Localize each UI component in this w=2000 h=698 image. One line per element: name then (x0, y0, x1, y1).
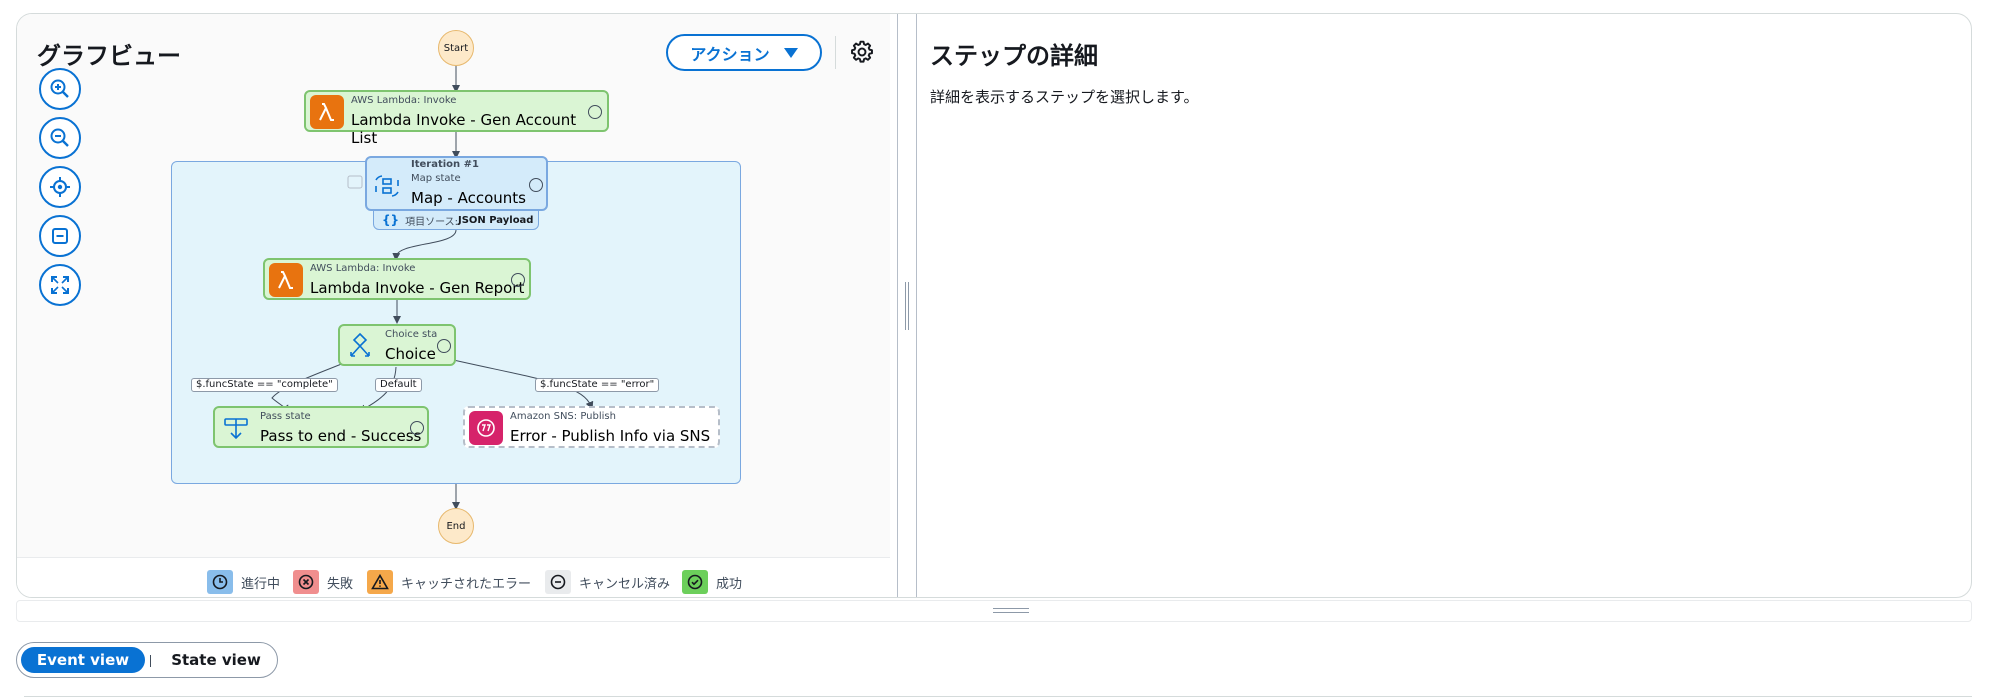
node-gen-report[interactable]: AWS Lambda: Invoke Lambda Invoke - Gen R… (263, 258, 531, 300)
node-name: Choice (385, 345, 436, 363)
pass-state-icon (219, 411, 253, 445)
end-node[interactable]: End (438, 508, 474, 544)
item-source-value: JSON Payload (457, 214, 534, 226)
iteration-label: Iteration #1 (411, 159, 479, 170)
map-state-icon (370, 169, 404, 203)
check-circle-icon (682, 570, 708, 594)
status-legend: 進行中 失敗 キャッチされたエラー キャンセル済み 成功 (17, 557, 890, 597)
split-line-right (916, 14, 917, 597)
start-node[interactable]: Start (438, 30, 474, 66)
node-name: Map - Accounts (411, 189, 526, 207)
split-grip-icon (905, 282, 909, 330)
sns-icon (469, 411, 503, 445)
lambda-icon (310, 95, 344, 129)
clock-icon (207, 570, 233, 594)
legend-failed: 失敗 (293, 570, 353, 594)
panel-resize-bar[interactable] (16, 600, 1972, 622)
edge-label-default: Default (375, 378, 422, 392)
node-name: Error - Publish Info via SNS (510, 427, 711, 445)
node-type: AWS Lambda: Invoke (310, 263, 416, 274)
node-name: Lambda Invoke - Gen Account List (351, 111, 577, 147)
panel-split-handle[interactable] (890, 14, 924, 597)
end-label: End (446, 520, 466, 532)
check-icon (437, 339, 451, 353)
graph-view: グラフビュー アクション Start AWS Lambda: Invoke La… (17, 14, 890, 597)
item-source-prefix: 項目ソース: (405, 216, 458, 228)
step-details-title: ステップの詳細 (930, 42, 1098, 70)
tab-event-view[interactable]: Event view (21, 647, 145, 673)
node-type: Map state (411, 173, 461, 184)
node-name: Pass to end - Success (260, 427, 422, 445)
x-circle-icon (293, 570, 319, 594)
start-label: Start (443, 42, 469, 54)
check-icon (511, 273, 525, 287)
workflow-panel: グラフビュー アクション Start AWS Lambda: Invoke La… (16, 13, 1972, 598)
legend-label: 失敗 (327, 576, 354, 592)
view-toggle: Event view State view (16, 642, 278, 678)
node-type: Choice sta (385, 329, 438, 340)
node-pass-success[interactable]: Pass state Pass to end - Success (213, 406, 429, 448)
lambda-icon (269, 263, 303, 297)
step-details-hint: 詳細を表示するステップを選択します。 (930, 88, 1199, 106)
split-line-left (897, 14, 898, 597)
check-icon (410, 421, 424, 435)
legend-label: 成功 (716, 576, 743, 592)
minus-circle-icon (545, 570, 571, 594)
toggle-divider (150, 655, 151, 667)
map-item-source: {} 項目ソース: JSON Payload (373, 210, 539, 230)
edge-label-complete: $.funcState == "complete" (191, 378, 338, 392)
node-gen-account-list[interactable]: AWS Lambda: Invoke Lambda Invoke - Gen A… (304, 90, 609, 147)
node-name: Lambda Invoke - Gen Report (310, 279, 525, 297)
node-type: Pass state (260, 411, 311, 422)
braces-icon: {} (382, 213, 400, 227)
legend-in-progress: 進行中 (207, 570, 280, 594)
edge-label-error: $.funcState == "error" (535, 378, 660, 392)
legend-label: キャンセル済み (579, 576, 671, 592)
tab-state-view[interactable]: State view (157, 647, 275, 673)
node-type: AWS Lambda: Invoke (351, 95, 457, 106)
clock-icon (529, 178, 543, 192)
node-choice[interactable]: Choice sta Choice (338, 324, 456, 366)
choice-state-icon (343, 329, 377, 363)
legend-succeeded: 成功 (682, 570, 742, 594)
node-type: Amazon SNS: Publish (510, 411, 616, 422)
warning-icon (367, 570, 393, 594)
legend-label: キャッチされたエラー (401, 576, 532, 592)
legend-cancelled: キャンセル済み (545, 570, 670, 594)
legend-label: 進行中 (241, 576, 281, 592)
legend-caught-error: キャッチされたエラー (367, 570, 531, 594)
check-icon (588, 105, 602, 119)
node-error-sns[interactable]: Amazon SNS: Publish Error - Publish Info… (463, 406, 720, 448)
section-divider (24, 696, 1972, 697)
resize-grip-icon (993, 608, 1029, 613)
node-map-accounts[interactable]: Iteration #1 Map state Map - Accounts (365, 156, 548, 211)
